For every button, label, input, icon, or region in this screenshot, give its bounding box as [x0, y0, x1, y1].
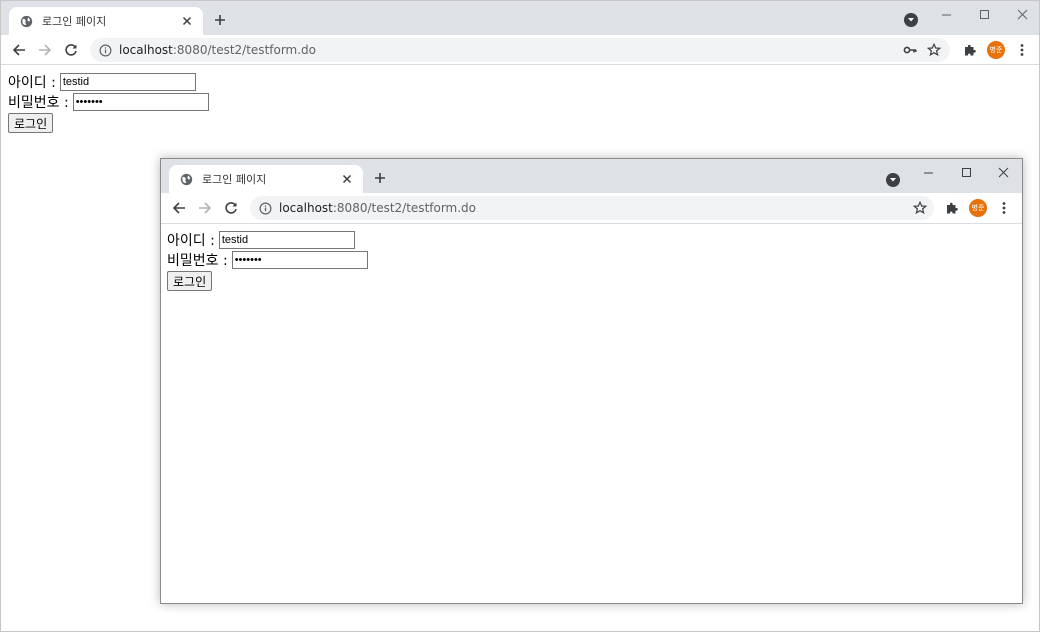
chevron-down-circle-icon[interactable]: [886, 173, 900, 187]
info-icon[interactable]: [93, 38, 117, 62]
globe-icon: [19, 14, 33, 28]
maximize-icon[interactable]: [947, 159, 985, 185]
puzzle-icon[interactable]: [940, 196, 964, 220]
chevron-down-circle-icon[interactable]: [904, 13, 918, 27]
popup-active-tab[interactable]: 로그인 페이지: [169, 165, 363, 193]
maximize-icon[interactable]: [965, 1, 1003, 27]
star-icon[interactable]: [922, 38, 946, 62]
popup-browser-toolbar: localhost:8080/test2/testform.do 병준: [161, 193, 1022, 224]
plus-icon[interactable]: [369, 167, 391, 189]
address-bar[interactable]: localhost:8080/test2/testform.do: [90, 38, 950, 62]
minimize-icon[interactable]: [909, 159, 947, 185]
popup-password-row: 비밀번호 : •••••••: [167, 250, 368, 269]
globe-icon: [179, 172, 193, 186]
popup-login-button[interactable]: 로그인: [167, 271, 213, 291]
avatar: 병준: [969, 199, 987, 217]
id-label: 아이디 :: [8, 74, 56, 91]
popup-page-content: 아이디 : testid 비밀번호 : ••••••• 로그인: [161, 224, 1022, 603]
popup-tab-title: 로그인 페이지: [202, 173, 267, 186]
tab-strip: 로그인 페이지: [1, 1, 1039, 35]
popup-password-label: 비밀번호 :: [167, 252, 228, 269]
profile-avatar[interactable]: 병준: [984, 38, 1008, 62]
close-icon[interactable]: [339, 171, 355, 187]
arrow-right-icon[interactable]: [33, 38, 57, 62]
info-icon[interactable]: [253, 196, 277, 220]
arrow-right-icon[interactable]: [193, 196, 217, 220]
popup-id-row: 아이디 : testid: [167, 230, 368, 249]
password-row: 비밀번호 : •••••••: [8, 92, 209, 111]
popup-password-input[interactable]: •••••••: [231, 250, 368, 269]
popup-id-input[interactable]: testid: [218, 230, 355, 249]
close-icon[interactable]: [179, 13, 195, 29]
login-form: 아이디 : testid 비밀번호 : ••••••• 로그인: [8, 72, 209, 133]
reload-icon[interactable]: [219, 196, 243, 220]
id-row: 아이디 : testid: [8, 72, 209, 91]
close-window-icon[interactable]: [984, 159, 1022, 185]
popup-url-text: localhost:8080/test2/testform.do: [279, 201, 477, 215]
minimize-icon[interactable]: [927, 1, 965, 27]
key-icon[interactable]: [898, 38, 922, 62]
popup-profile-avatar[interactable]: 병준: [966, 196, 990, 220]
popup-id-label: 아이디 :: [167, 232, 215, 249]
password-label: 비밀번호 :: [8, 94, 69, 111]
popup-browser-window: 로그인 페이지 localhost:8080/test2/testform.do…: [160, 158, 1023, 604]
kebab-menu-icon[interactable]: [1010, 38, 1034, 62]
url-text: localhost:8080/test2/testform.do: [119, 43, 317, 57]
kebab-menu-icon[interactable]: [992, 196, 1016, 220]
puzzle-icon[interactable]: [958, 38, 982, 62]
avatar: 병준: [987, 41, 1005, 59]
active-tab[interactable]: 로그인 페이지: [9, 7, 203, 35]
tab-title: 로그인 페이지: [42, 15, 107, 28]
popup-address-bar[interactable]: localhost:8080/test2/testform.do: [250, 196, 934, 220]
reload-icon[interactable]: [59, 38, 83, 62]
star-icon[interactable]: [908, 196, 932, 220]
login-button[interactable]: 로그인: [8, 113, 54, 133]
browser-toolbar: localhost:8080/test2/testform.do 병준: [1, 35, 1039, 65]
id-input[interactable]: testid: [59, 72, 196, 91]
arrow-left-icon[interactable]: [7, 38, 31, 62]
popup-tab-strip: 로그인 페이지: [161, 159, 1022, 193]
close-window-icon[interactable]: [1003, 1, 1039, 27]
arrow-left-icon[interactable]: [167, 196, 191, 220]
plus-icon[interactable]: [209, 9, 231, 31]
password-input[interactable]: •••••••: [72, 92, 209, 111]
popup-login-form: 아이디 : testid 비밀번호 : ••••••• 로그인: [167, 230, 368, 291]
